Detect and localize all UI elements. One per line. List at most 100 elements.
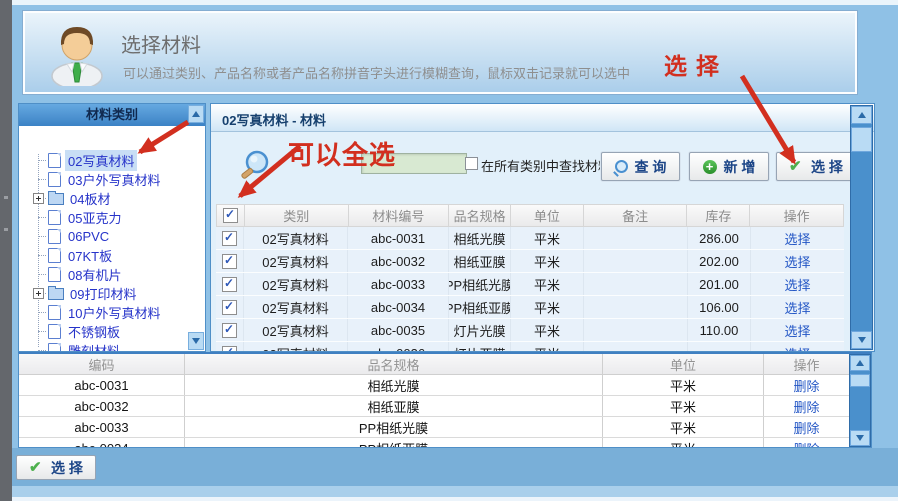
material-row[interactable]: 02写真材料 abc-0033 PP相纸光膜 平米 201.00 选择 <box>216 273 844 296</box>
avatar <box>45 20 109 91</box>
selected-items-rows: 编码 品名规格 单位 操作 abc-0031 相纸光膜 平米 删除 abc-00… <box>19 354 849 447</box>
query-button[interactable]: 查 询 <box>601 152 680 181</box>
scroll-down-button[interactable] <box>850 430 870 446</box>
material-code: abc-0034 <box>348 296 449 318</box>
search-icon <box>237 148 273 191</box>
material-name: 相纸光膜 <box>449 227 511 249</box>
footer-select-button[interactable]: 选 择 <box>16 455 96 480</box>
category-tree-item[interactable]: 07KT板 <box>19 246 205 265</box>
sidebar-scroll-down-button[interactable] <box>188 332 204 350</box>
category-label: 05亚克力 <box>65 207 124 228</box>
category-tree-item[interactable]: 04板材 <box>19 189 205 208</box>
plus-icon <box>703 160 717 174</box>
material-category: 02写真材料 <box>244 273 348 295</box>
scroll-up-button[interactable] <box>850 355 870 371</box>
document-icon <box>48 343 61 351</box>
triangle-up-icon <box>858 112 866 118</box>
category-tree-item[interactable]: 不锈钢板 <box>19 322 205 341</box>
material-unit: 平米 <box>511 250 584 272</box>
material-row[interactable]: 02写真材料 abc-0036 灯片亚膜 平米 选择 <box>216 342 844 352</box>
scroll-up-button[interactable] <box>851 106 872 124</box>
selected-item-row[interactable]: abc-0031 相纸光膜 平米 删除 <box>19 375 849 396</box>
category-tree-item[interactable]: 02写真材料 <box>19 151 205 170</box>
category-tree-item[interactable]: 雕刻材料 <box>19 341 205 351</box>
selected-code: abc-0034 <box>19 438 185 447</box>
row-select-link[interactable]: 选择 <box>784 321 810 340</box>
expand-plus-icon[interactable] <box>33 193 44 204</box>
selected-code: abc-0033 <box>19 417 185 437</box>
selected-items-table: 编码 品名规格 单位 操作 abc-0031 相纸光膜 平米 删除 abc-00… <box>18 352 872 448</box>
row-select-link[interactable]: 选择 <box>784 298 810 317</box>
main-scrollbar[interactable] <box>850 105 873 350</box>
material-row[interactable]: 02写真材料 abc-0034 PP相纸亚膜 平米 106.00 选择 <box>216 296 844 319</box>
row-checkbox[interactable] <box>222 231 237 246</box>
delete-link[interactable]: 删除 <box>793 376 819 395</box>
category-label: 08有机片 <box>65 264 124 285</box>
magnifier-icon <box>615 160 628 173</box>
annotation-select-all-text: 可以全选 <box>288 135 396 172</box>
delete-link[interactable]: 删除 <box>793 418 819 437</box>
material-row[interactable]: 02写真材料 abc-0032 相纸亚膜 平米 202.00 选择 <box>216 250 844 273</box>
row-checkbox[interactable] <box>222 300 237 315</box>
material-name: 灯片亚膜 <box>449 342 511 352</box>
add-button[interactable]: 新 增 <box>689 152 769 181</box>
row-checkbox[interactable] <box>222 323 237 338</box>
material-category: 02写真材料 <box>244 250 348 272</box>
selected-item-row[interactable]: abc-0034 PP相纸亚膜 平米 删除 <box>19 438 849 447</box>
column-header: 单位 <box>603 354 764 374</box>
category-tree-item[interactable]: 09打印材料 <box>19 284 205 303</box>
window-edge-strip <box>0 0 12 501</box>
dialog-header: 选择材料 可以通过类别、产品名称或者产品名称拼音字头进行模糊查询，鼠标双击记录就… <box>22 10 858 95</box>
material-row[interactable]: 02写真材料 abc-0031 相纸光膜 平米 286.00 选择 <box>216 227 844 250</box>
column-header: 备注 <box>584 205 688 226</box>
column-header: 库存 <box>687 205 750 226</box>
folder-icon <box>48 193 64 205</box>
category-tree-item[interactable]: 03户外写真材料 <box>19 170 205 189</box>
scroll-down-button[interactable] <box>851 331 872 349</box>
row-checkbox[interactable] <box>222 254 237 269</box>
category-tree-item[interactable]: 06PVC <box>19 227 205 246</box>
category-tree: 02写真材料 03户外写真材料 04板材 05亚克力 <box>19 126 205 351</box>
material-code: abc-0033 <box>348 273 449 295</box>
selected-table-scrollbar[interactable] <box>849 354 871 447</box>
query-button-label: 查 询 <box>635 157 667 177</box>
document-icon <box>48 305 61 320</box>
selected-unit: 平米 <box>603 375 764 395</box>
scroll-thumb[interactable] <box>851 127 872 152</box>
triangle-down-icon <box>192 338 200 344</box>
material-category: 02写真材料 <box>244 342 348 352</box>
column-header: 单位 <box>511 205 584 226</box>
delete-link[interactable]: 删除 <box>793 397 819 416</box>
scroll-thumb[interactable] <box>850 374 870 387</box>
material-note <box>584 296 688 318</box>
material-stock: 286.00 <box>688 227 751 249</box>
select-button[interactable]: 选 择 <box>776 152 856 181</box>
all-categories-checkbox[interactable] <box>465 157 478 170</box>
selected-item-row[interactable]: abc-0033 PP相纸光膜 平米 删除 <box>19 417 849 438</box>
row-checkbox[interactable] <box>222 277 237 292</box>
material-row[interactable]: 02写真材料 abc-0035 灯片光膜 平米 110.00 选择 <box>216 319 844 342</box>
selected-unit: 平米 <box>603 438 764 447</box>
selected-item-row[interactable]: abc-0032 相纸亚膜 平米 删除 <box>19 396 849 417</box>
annotation-select-text: 选择 <box>664 47 728 81</box>
category-tree-item[interactable]: 08有机片 <box>19 265 205 284</box>
material-category: 02写真材料 <box>244 319 348 341</box>
category-tree-item[interactable]: 05亚克力 <box>19 208 205 227</box>
row-select-link[interactable]: 选择 <box>784 344 810 353</box>
material-name: PP相纸光膜 <box>449 273 511 295</box>
material-name: 灯片光膜 <box>449 319 511 341</box>
sidebar-scroll-up-button[interactable] <box>188 105 204 123</box>
expand-plus-icon[interactable] <box>33 288 44 299</box>
dialog-subtitle: 可以通过类别、产品名称或者产品名称拼音字头进行模糊查询，鼠标双击记录就可以选中 <box>123 63 630 82</box>
material-unit: 平米 <box>511 342 584 352</box>
selected-table-header: 编码 品名规格 单位 操作 <box>19 354 849 375</box>
row-select-link[interactable]: 选择 <box>784 229 810 248</box>
category-label: 02写真材料 <box>65 150 137 171</box>
material-name: PP相纸亚膜 <box>449 296 511 318</box>
category-tree-item[interactable]: 10户外写真材料 <box>19 303 205 322</box>
row-select-link[interactable]: 选择 <box>784 275 810 294</box>
row-select-link[interactable]: 选择 <box>784 252 810 271</box>
delete-link[interactable]: 删除 <box>793 439 819 448</box>
select-all-checkbox[interactable] <box>223 208 238 223</box>
category-label: 07KT板 <box>65 245 115 266</box>
